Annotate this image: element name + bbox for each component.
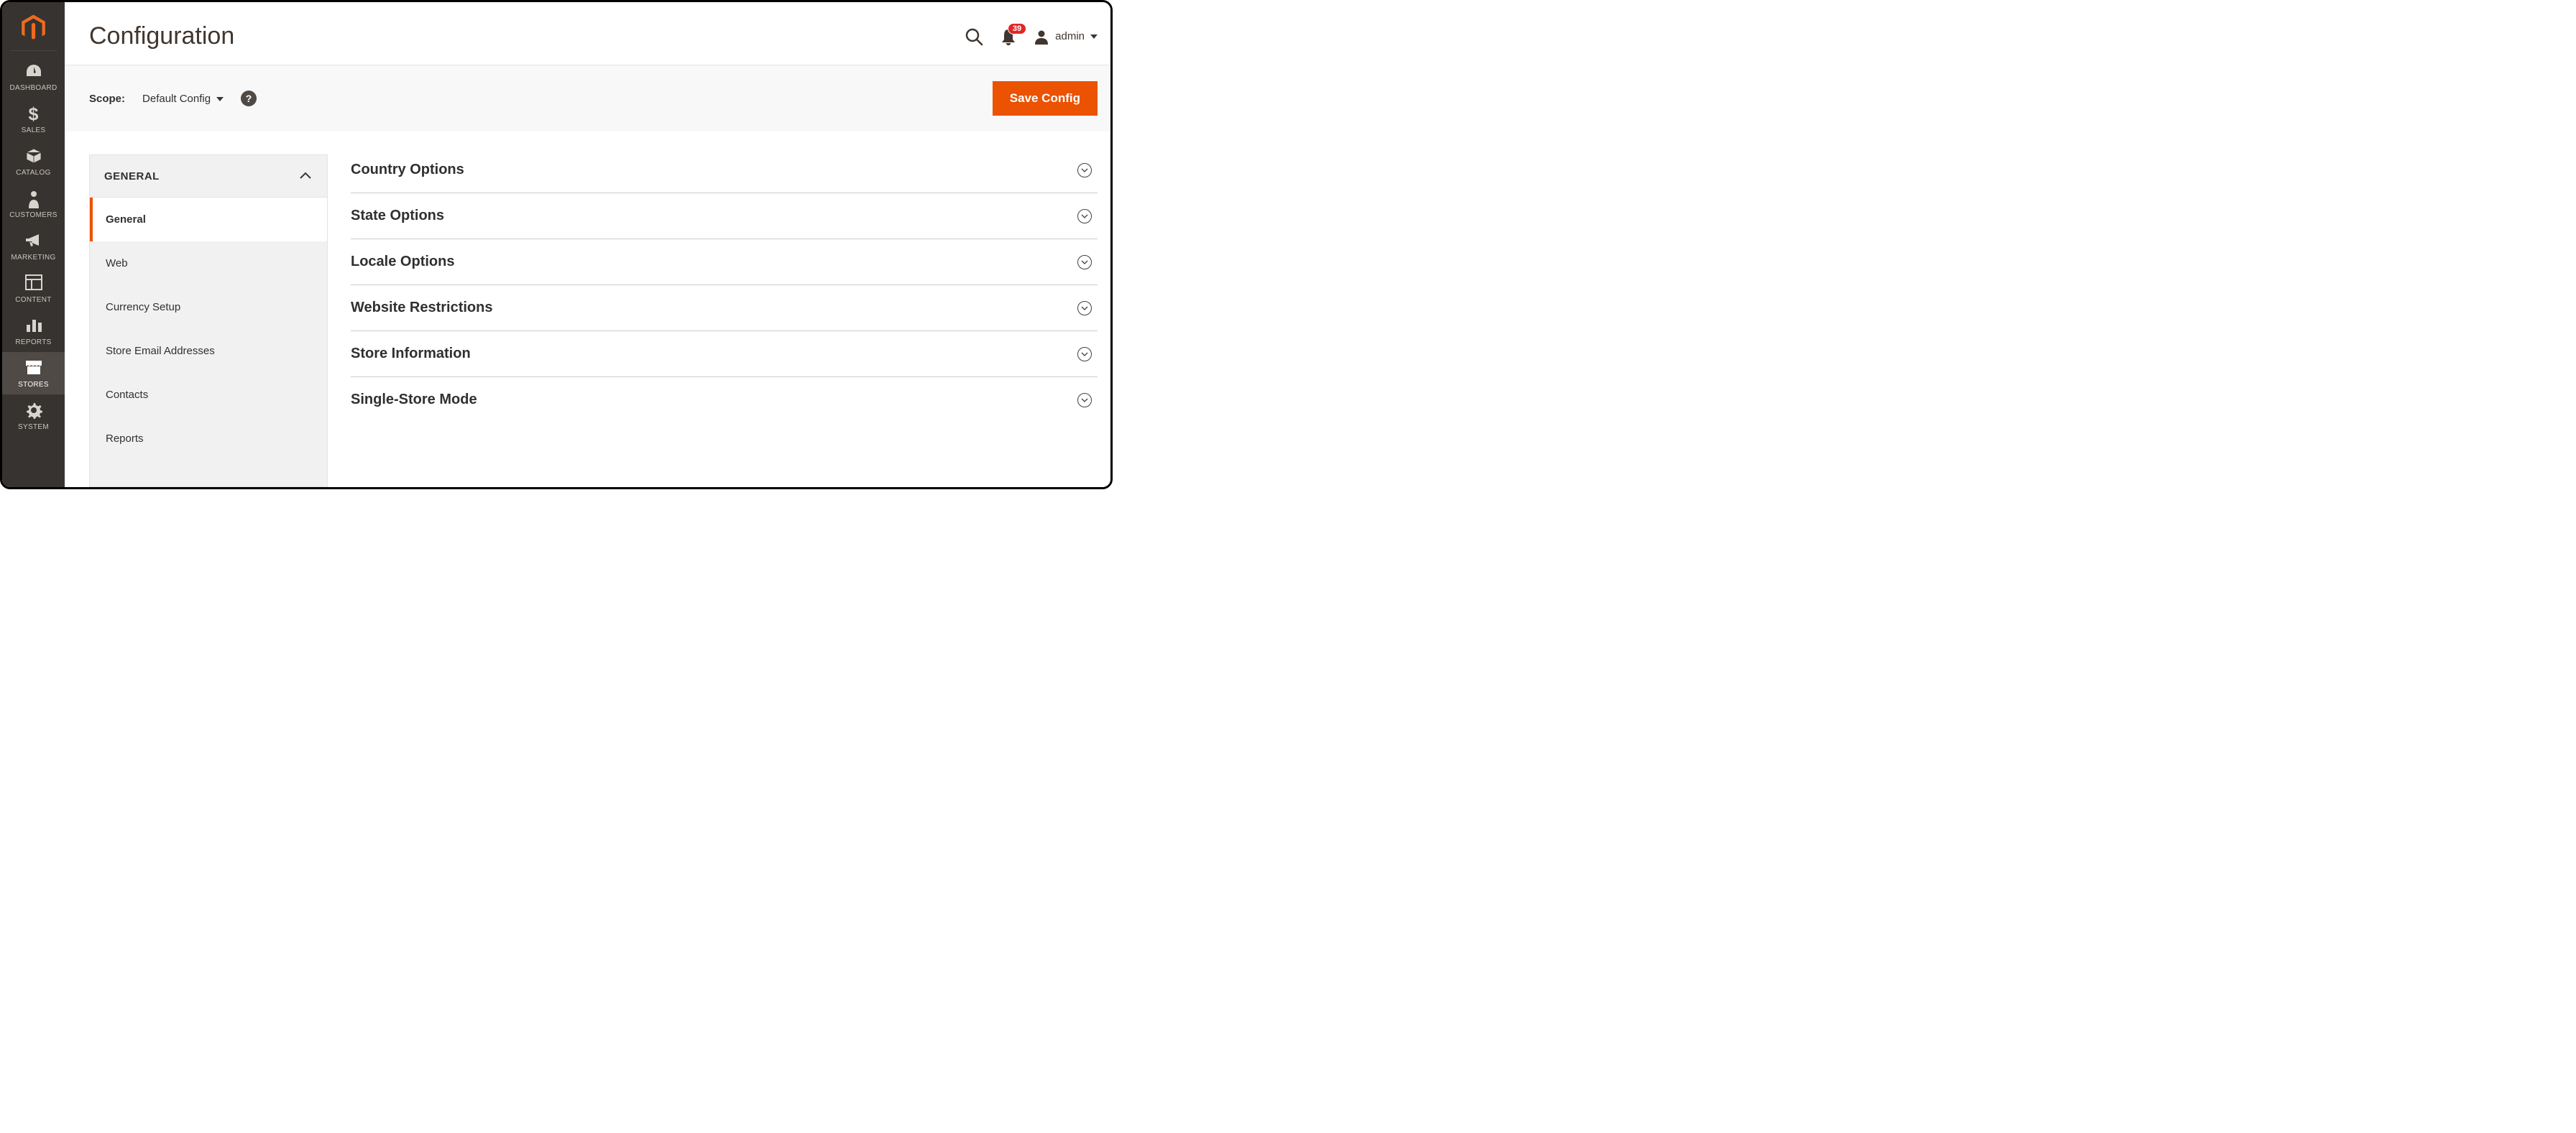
sidebar-item-label: STORES bbox=[18, 381, 49, 389]
config-nav-item-label: Contacts bbox=[106, 389, 148, 401]
user-name: admin bbox=[1055, 30, 1085, 42]
sidebar-divider bbox=[10, 50, 57, 51]
config-nav-item-contacts[interactable]: Contacts bbox=[90, 373, 327, 417]
section-country-options[interactable]: Country Options bbox=[351, 154, 1098, 193]
config-nav-item-label: Currency Setup bbox=[106, 301, 180, 313]
config-nav-item-general[interactable]: General bbox=[90, 198, 327, 241]
sidebar-item-label: CUSTOMERS bbox=[9, 211, 57, 219]
bar-chart-icon bbox=[25, 317, 42, 336]
notification-badge: 39 bbox=[1008, 23, 1026, 34]
config-nav-item-label: Reports bbox=[106, 433, 144, 445]
config-nav-group-general[interactable]: GENERAL bbox=[90, 155, 327, 198]
gear-icon bbox=[25, 402, 42, 420]
gauge-icon bbox=[24, 63, 43, 81]
section-website-restrictions[interactable]: Website Restrictions bbox=[351, 285, 1098, 331]
chevron-down-icon bbox=[1077, 209, 1092, 223]
section-store-information[interactable]: Store Information bbox=[351, 331, 1098, 377]
sidebar-item-label: CONTENT bbox=[15, 296, 51, 304]
sidebar-item-customers[interactable]: CUSTOMERS bbox=[2, 182, 65, 225]
content: GENERAL General Web Currency Setup Store… bbox=[65, 131, 1110, 487]
magento-logo[interactable] bbox=[18, 12, 49, 43]
chevron-down-icon bbox=[1077, 393, 1092, 407]
sidebar-item-label: SALES bbox=[22, 126, 46, 134]
caret-down-icon bbox=[1090, 30, 1098, 43]
sidebar-item-reports[interactable]: REPORTS bbox=[2, 310, 65, 352]
chevron-up-icon bbox=[300, 170, 311, 182]
dollar-icon: $ bbox=[29, 105, 39, 124]
person-icon bbox=[27, 190, 41, 208]
scope-select[interactable]: Default Config bbox=[142, 93, 224, 105]
section-title: Country Options bbox=[351, 162, 464, 178]
header: Configuration 39 admin bbox=[65, 2, 1110, 65]
layout-icon bbox=[25, 274, 42, 293]
section-single-store-mode[interactable]: Single-Store Mode bbox=[351, 377, 1098, 422]
scope-bar: Scope: Default Config ? Save Config bbox=[65, 65, 1110, 131]
sidebar: DASHBOARD $ SALES CATALOG CUSTOMERS MARK… bbox=[2, 2, 65, 487]
sidebar-item-content[interactable]: CONTENT bbox=[2, 267, 65, 310]
config-nav-item-reports[interactable]: Reports bbox=[90, 417, 327, 449]
scope-left: Scope: Default Config ? bbox=[89, 91, 257, 106]
box-icon bbox=[25, 147, 42, 166]
search-button[interactable] bbox=[965, 27, 983, 46]
sidebar-item-sales[interactable]: $ SALES bbox=[2, 98, 65, 140]
section-locale-options[interactable]: Locale Options bbox=[351, 239, 1098, 285]
section-title: State Options bbox=[351, 208, 444, 224]
chevron-down-icon bbox=[1077, 255, 1092, 269]
sidebar-item-catalog[interactable]: CATALOG bbox=[2, 140, 65, 182]
store-icon bbox=[24, 359, 43, 378]
config-nav-item-web[interactable]: Web bbox=[90, 241, 327, 285]
save-config-button[interactable]: Save Config bbox=[993, 81, 1098, 116]
app-frame: DASHBOARD $ SALES CATALOG CUSTOMERS MARK… bbox=[0, 0, 1113, 489]
config-nav-item-label: Store Email Addresses bbox=[106, 345, 215, 357]
section-title: Single-Store Mode bbox=[351, 392, 477, 408]
page-title: Configuration bbox=[89, 22, 234, 50]
caret-down-icon bbox=[216, 93, 224, 105]
megaphone-icon bbox=[24, 232, 43, 251]
sidebar-item-label: MARKETING bbox=[11, 254, 55, 262]
section-state-options[interactable]: State Options bbox=[351, 193, 1098, 239]
config-nav-item-store-email-addresses[interactable]: Store Email Addresses bbox=[90, 329, 327, 373]
header-actions: 39 admin bbox=[965, 27, 1098, 46]
sidebar-item-label: SYSTEM bbox=[18, 423, 49, 431]
config-nav: GENERAL General Web Currency Setup Store… bbox=[89, 154, 328, 487]
config-sections: Country Options State Options Locale Opt… bbox=[351, 154, 1098, 487]
help-icon[interactable]: ? bbox=[241, 91, 257, 106]
user-icon bbox=[1034, 29, 1049, 45]
config-nav-group-label: GENERAL bbox=[104, 170, 160, 182]
sidebar-item-marketing[interactable]: MARKETING bbox=[2, 225, 65, 267]
section-title: Website Restrictions bbox=[351, 300, 492, 316]
config-nav-item-label: General bbox=[106, 213, 146, 226]
sidebar-item-system[interactable]: SYSTEM bbox=[2, 394, 65, 437]
notifications-button[interactable]: 39 bbox=[1000, 28, 1016, 45]
sidebar-item-stores[interactable]: STORES bbox=[2, 352, 65, 394]
sidebar-item-label: REPORTS bbox=[15, 338, 51, 346]
sidebar-item-label: CATALOG bbox=[16, 169, 50, 177]
section-title: Locale Options bbox=[351, 254, 454, 270]
scope-label: Scope: bbox=[89, 93, 125, 105]
section-title: Store Information bbox=[351, 346, 471, 362]
chevron-down-icon bbox=[1077, 347, 1092, 361]
user-menu[interactable]: admin bbox=[1034, 29, 1098, 45]
chevron-down-icon bbox=[1077, 301, 1092, 315]
config-nav-item-label: Web bbox=[106, 257, 128, 269]
main: Configuration 39 admin Scope: bbox=[65, 2, 1110, 487]
sidebar-item-label: DASHBOARD bbox=[9, 84, 57, 92]
config-nav-item-currency-setup[interactable]: Currency Setup bbox=[90, 285, 327, 329]
scope-value: Default Config bbox=[142, 93, 211, 105]
chevron-down-icon bbox=[1077, 163, 1092, 177]
sidebar-item-dashboard[interactable]: DASHBOARD bbox=[2, 55, 65, 98]
